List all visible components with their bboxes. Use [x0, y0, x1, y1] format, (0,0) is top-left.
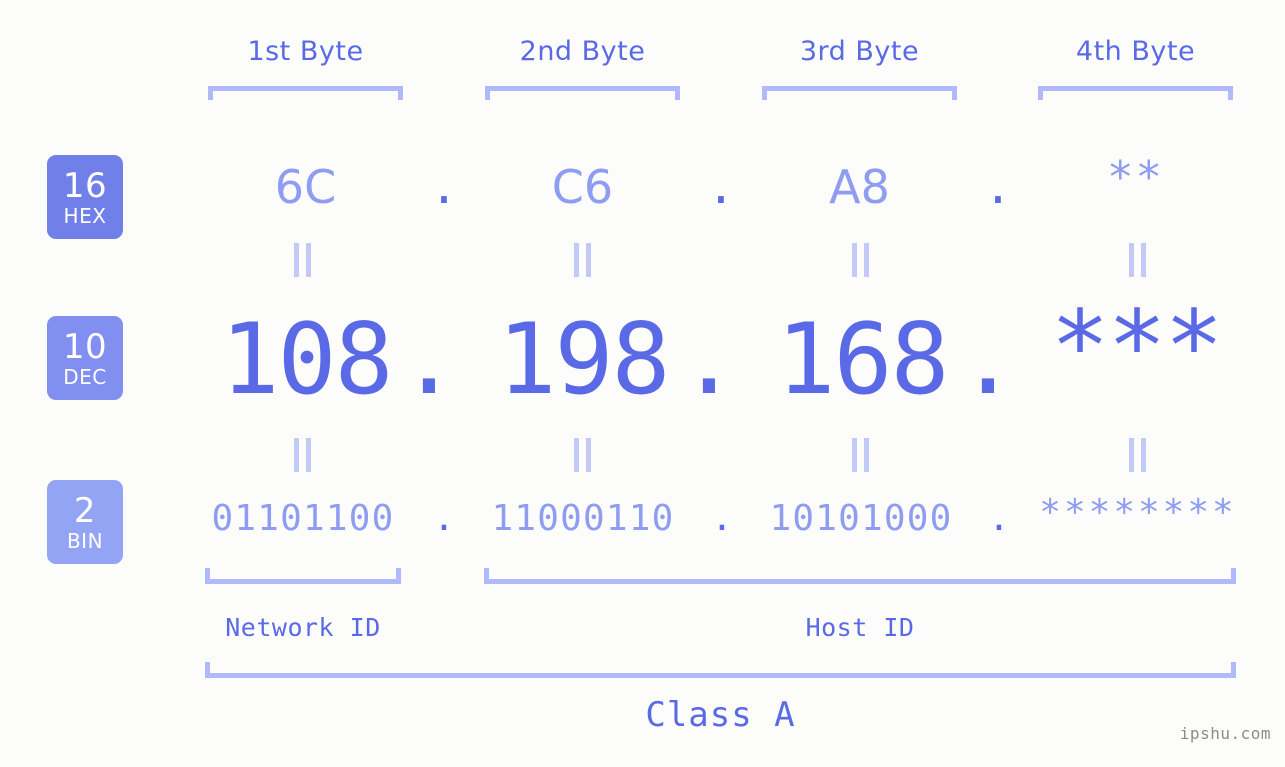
equals-icon-hex-dec-1 [291, 243, 313, 277]
byte-label-4: 4th Byte [1075, 36, 1196, 67]
equals-icon-dec-bin-4 [1126, 438, 1148, 472]
bin-separator-2: . [711, 498, 733, 539]
ip-byte-breakdown-diagram: 1st Byte 2nd Byte 3rd Byte 4th Byte 16 H… [0, 0, 1285, 767]
equals-icon-hex-dec-2 [571, 243, 593, 277]
dec-byte-1: 108 [220, 303, 393, 417]
base-badge-bin: 2 BIN [47, 480, 123, 564]
hex-separator-3: . [984, 160, 1012, 214]
byte-bracket-2 [485, 86, 680, 100]
byte-label-1: 1st Byte [247, 36, 364, 67]
class-bracket [205, 662, 1236, 678]
hex-byte-2: C6 [551, 160, 614, 214]
base-badge-dec: 10 DEC [47, 316, 123, 400]
dec-byte-2: 198 [497, 303, 670, 417]
hex-separator-2: . [707, 160, 735, 214]
bin-separator-3: . [988, 498, 1010, 539]
equals-icon-hex-dec-3 [849, 243, 871, 277]
base-badge-dec-abbr: DEC [63, 364, 107, 389]
network-id-label: Network ID [225, 613, 381, 642]
byte-bracket-3 [762, 86, 957, 100]
base-badge-bin-number: 2 [73, 490, 97, 531]
base-badge-hex: 16 HEX [47, 155, 123, 239]
class-label: Class A [645, 695, 796, 735]
base-badge-hex-number: 16 [62, 165, 108, 206]
equals-icon-dec-bin-2 [571, 438, 593, 472]
hex-byte-1: 6C [274, 160, 337, 214]
base-badge-bin-abbr: BIN [66, 528, 104, 553]
site-watermark: ipshu.com [1179, 724, 1271, 743]
equals-icon-hex-dec-4 [1126, 243, 1148, 277]
byte-bracket-1 [208, 86, 403, 100]
hex-byte-3: A8 [829, 160, 890, 214]
byte-label-2: 2nd Byte [519, 36, 646, 67]
hex-separator-1: . [430, 160, 458, 214]
hex-byte-4: ** [1107, 152, 1164, 203]
byte-label-3: 3rd Byte [799, 36, 920, 67]
host-id-bracket [484, 568, 1236, 584]
dec-byte-3: 168 [776, 303, 949, 417]
bin-byte-4: ******** [1039, 492, 1237, 533]
host-id-label: Host ID [805, 613, 915, 642]
equals-icon-dec-bin-1 [291, 438, 313, 472]
bin-byte-2: 11000110 [491, 498, 675, 539]
base-badge-hex-abbr: HEX [63, 203, 107, 228]
bin-separator-1: . [433, 498, 455, 539]
equals-icon-dec-bin-3 [849, 438, 871, 472]
bin-byte-3: 10101000 [769, 498, 953, 539]
dec-separator-1: . [399, 303, 459, 417]
base-badge-dec-number: 10 [62, 326, 108, 367]
dec-byte-4: *** [1050, 290, 1223, 404]
dec-separator-2: . [679, 303, 739, 417]
bin-byte-1: 01101100 [211, 498, 395, 539]
network-id-bracket [205, 568, 401, 584]
dec-separator-3: . [958, 303, 1018, 417]
byte-bracket-4 [1038, 86, 1233, 100]
